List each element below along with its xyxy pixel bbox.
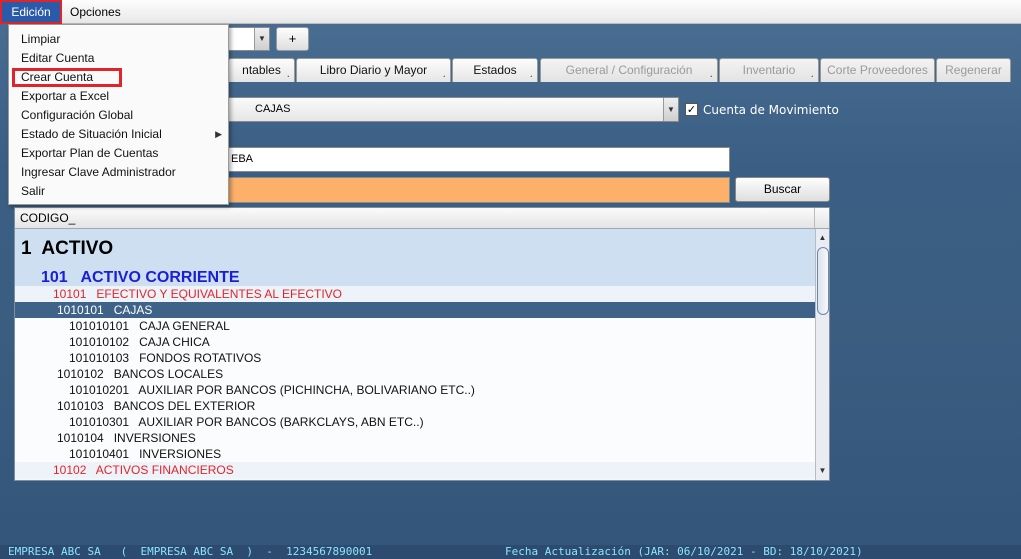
add-button[interactable]: + <box>276 27 309 51</box>
menu-item-crear-cuenta[interactable]: Crear Cuenta <box>12 68 122 87</box>
tree-row[interactable]: 101010401 INVERSIONES <box>15 446 815 462</box>
tree-row-selected[interactable]: 1010101 CAJAS <box>15 302 815 318</box>
name-field[interactable]: EBA <box>228 147 730 172</box>
tree-row[interactable]: 1010102 BANCOS LOCALES <box>15 366 815 382</box>
tree-row[interactable]: 1010104 INVERSIONES <box>15 430 815 446</box>
tab-label: Inventario <box>742 63 796 77</box>
tab-label: Corte Proveedores <box>827 63 928 77</box>
tab-label: Libro Diario y Mayor <box>319 63 428 77</box>
tree-row[interactable]: 101010201 AUXILIAR POR BANCOS (PICHINCHA… <box>15 382 815 398</box>
tree-row[interactable]: 10102 ACTIVOS FINANCIEROS <box>15 462 815 478</box>
tree-header: CODIGO_ <box>15 208 829 229</box>
tab-inventario[interactable]: Inventario. <box>719 58 819 82</box>
tab-label: ntables <box>242 63 281 77</box>
accounts-tree: CODIGO_ 1 ACTIVO 101 ACTIVO CORRIENTE 10… <box>14 207 830 481</box>
tab-label: General / Configuración <box>565 63 693 77</box>
status-updated-date: Fecha Actualización (JAR: 06/10/2021 - B… <box>505 545 863 558</box>
scroll-down-icon[interactable]: ▼ <box>816 464 829 478</box>
tree-row[interactable]: 101010103 FONDOS ROTATIVOS <box>15 350 815 366</box>
menu-item-editar-cuenta[interactable]: Editar Cuenta <box>9 49 228 68</box>
menu-item-estado-situacion-inicial[interactable]: Estado de Situación Inicial ▶ <box>9 125 228 144</box>
tree-row[interactable]: 101010301 AUXILIAR POR BANCOS (BARKCLAYS… <box>15 414 815 430</box>
header-corner <box>814 208 829 228</box>
tree-row[interactable]: 101010102 CAJA CHICA <box>15 334 815 350</box>
checkbox-checked-icon[interactable]: ✓ <box>685 102 698 116</box>
menubar: Edición Opciones <box>0 0 1021 24</box>
movement-account-checkbox[interactable]: ✓ Cuenta de Movimiento <box>685 101 839 119</box>
menu-opciones[interactable]: Opciones <box>64 0 127 24</box>
tree-row[interactable]: 101 ACTIVO CORRIENTE <box>15 269 815 286</box>
top-combo[interactable]: ▼ <box>228 27 270 51</box>
menu-item-exportar-plan[interactable]: Exportar Plan de Cuentas <box>9 144 228 163</box>
menu-item-limpiar[interactable]: Limpiar <box>9 30 228 49</box>
search-input[interactable] <box>228 177 730 203</box>
menu-item-configuracion-global[interactable]: Configuración Global <box>9 106 228 125</box>
menu-edicion[interactable]: Edición <box>0 0 62 24</box>
tree-rows: 1 ACTIVO 101 ACTIVO CORRIENTE 10101 EFEC… <box>15 229 815 480</box>
tab-general-configuracion[interactable]: General / Configuración. <box>540 58 718 82</box>
submenu-arrow-icon: ▶ <box>215 129 222 139</box>
menu-item-salir[interactable]: Salir <box>9 182 228 201</box>
status-bar: EMPRESA ABC SA ( EMPRESA ABC SA ) - 1234… <box>0 545 1021 559</box>
scroll-thumb[interactable] <box>817 247 829 315</box>
status-company: EMPRESA ABC SA ( EMPRESA ABC SA ) - 1234… <box>8 545 373 558</box>
chevron-down-icon[interactable]: ▼ <box>663 98 678 121</box>
column-header-codigo[interactable]: CODIGO_ <box>20 211 75 225</box>
tree-row[interactable]: 101010101 CAJA GENERAL <box>15 318 815 334</box>
tab-regenerar[interactable]: Regenerar <box>936 58 1011 82</box>
menu-item-clave-administrador[interactable]: Ingresar Clave Administrador <box>9 163 228 182</box>
tree-row[interactable]: 10101 EFECTIVO Y EQUIVALENTES AL EFECTIV… <box>15 286 815 302</box>
movement-account-label: Cuenta de Movimiento <box>703 103 839 117</box>
tab-libro-diario[interactable]: Libro Diario y Mayor. <box>296 58 451 82</box>
tree-row[interactable]: 1010103 BANCOS DEL EXTERIOR <box>15 398 815 414</box>
account-select-value: CAJAS <box>255 103 291 115</box>
search-button[interactable]: Buscar <box>735 177 830 202</box>
tab-label: Estados <box>473 63 517 77</box>
account-select[interactable]: CAJAS ▼ <box>228 97 679 122</box>
tab-estados[interactable]: Estados. <box>452 58 538 82</box>
edicion-dropdown-menu: Limpiar Editar Cuenta Crear Cuenta Expor… <box>8 24 229 205</box>
tab-corte-proveedores[interactable]: Corte Proveedores <box>820 58 935 82</box>
tab-cuentas-contables[interactable]: ntables. <box>228 58 295 82</box>
tree-row[interactable]: 1 ACTIVO <box>15 229 815 269</box>
scroll-up-icon[interactable]: ▲ <box>816 231 829 245</box>
chevron-down-icon[interactable]: ▼ <box>254 28 269 50</box>
vertical-scrollbar[interactable]: ▲ ▼ <box>815 229 829 480</box>
tab-label: Regenerar <box>945 63 1002 77</box>
menu-item-exportar-excel[interactable]: Exportar a Excel <box>9 87 228 106</box>
menu-item-label: Estado de Situación Inicial <box>21 127 162 141</box>
